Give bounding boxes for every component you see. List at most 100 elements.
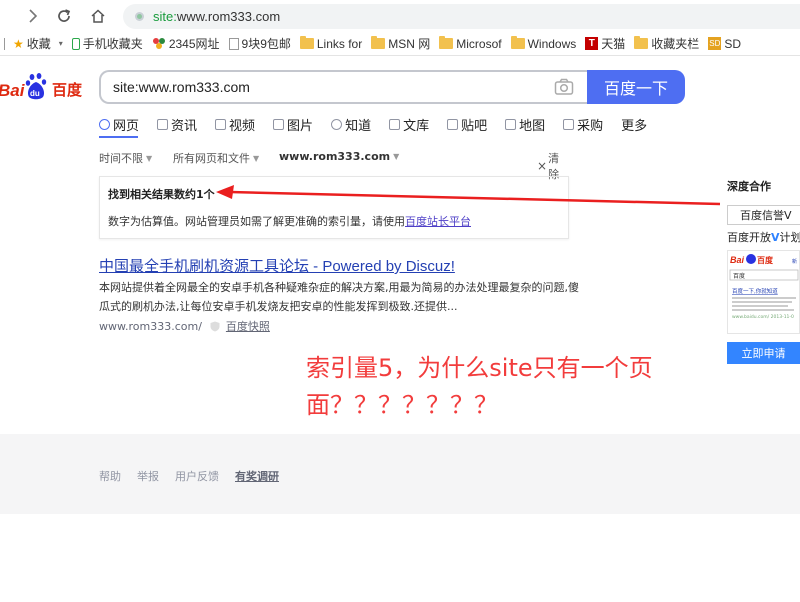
bookmark-label: SD — [724, 36, 741, 51]
cart-icon — [563, 118, 575, 130]
news-icon — [157, 118, 169, 130]
result-count: 找到相关结果数约1个 — [108, 188, 215, 201]
tab-more[interactable]: 更多 — [621, 113, 647, 135]
tab-credit-v[interactable]: 百度信誉V — [727, 205, 800, 225]
baidu-logo[interactable]: Bai du 百度 — [0, 72, 90, 104]
tab-zhidao[interactable]: 知道 — [331, 113, 371, 135]
filter-site[interactable]: www.rom333.com ▼ — [279, 150, 399, 163]
search-filters: 时间不限 ▼ 所有网页和文件 ▼ www.rom333.com ▼ × 清除 — [99, 150, 569, 181]
baidu-preview-image: Bai 百度 新 百度 百度一下,你就知道 www.baidu.com/ 201… — [727, 250, 800, 334]
shield-icon[interactable] — [210, 321, 220, 332]
bookmark-label: Windows — [527, 36, 577, 51]
question-icon — [331, 118, 343, 130]
sd-icon: SD — [708, 37, 722, 50]
bookmark-label: Links for — [316, 36, 363, 51]
page-footer: 帮助 举报 用户反馈 有奖调研 — [0, 434, 800, 514]
bookmarks-bar: ★ 收藏 ▾ 手机收藏夹 2345网址 9块9包邮 Links for MSN 网… — [0, 32, 800, 56]
bookmark-tmall[interactable]: T 天猫 — [585, 35, 625, 52]
svg-text:新: 新 — [792, 258, 797, 265]
close-icon: × — [537, 159, 548, 173]
video-icon — [215, 118, 227, 130]
chevron-down-icon: ▼ — [146, 153, 153, 163]
star-icon: ★ — [13, 36, 24, 51]
search-input[interactable]: site:www.rom333.com — [99, 70, 588, 104]
result-count-note: 数字为估算值。网站管理员如需了解更准确的索引量，请使用百度站长平台 — [108, 215, 471, 228]
bookmark-label: 收藏 — [26, 37, 51, 51]
svg-text:Bai: Bai — [730, 255, 745, 265]
site-info-icon[interactable] — [135, 12, 144, 21]
folder-icon — [510, 36, 525, 49]
search-result: 中国最全手机刷机资源工具论坛 - Powered by Discuz! 本网站提… — [99, 255, 599, 334]
tab-web[interactable]: 网页 — [99, 113, 139, 135]
tab-news[interactable]: 资讯 — [157, 113, 197, 135]
svg-text:百度: 百度 — [52, 81, 83, 99]
bookmark-links-for[interactable]: Links for — [299, 36, 363, 51]
tab-images[interactable]: 图片 — [273, 113, 313, 135]
svg-text:Bai: Bai — [0, 81, 26, 100]
bookmark-label: Microsof — [456, 36, 502, 51]
chevron-down-icon: ▼ — [253, 153, 260, 163]
svg-text:百度: 百度 — [757, 255, 774, 265]
folder-icon — [299, 36, 314, 49]
result-meta: www.rom333.com/ 百度快照 — [99, 318, 599, 334]
bookmark-msn[interactable]: MSN 网 — [371, 35, 430, 52]
result-abstract: 本网站提供着全网最全的安卓手机各种疑难杂症的解决方案,用最为简易的办法处理最复杂… — [99, 281, 579, 313]
bookmark-favorites[interactable]: ★ 收藏 ▾ — [4, 35, 63, 52]
doc-icon — [228, 37, 239, 50]
bookmark-favorites-bar[interactable]: 收藏夹栏 — [634, 35, 699, 52]
tab-video[interactable]: 视频 — [215, 113, 255, 135]
tieba-icon — [447, 118, 459, 130]
tab-purchase[interactable]: 采购 — [563, 113, 603, 135]
open-plan-text: 百度开放V计划 — [727, 231, 800, 244]
filter-time[interactable]: 时间不限 ▼ — [99, 150, 152, 166]
divider — [4, 37, 5, 50]
bookmark-sd[interactable]: SD SD — [708, 37, 741, 51]
search-icon — [99, 118, 110, 130]
search-button[interactable]: 百度一下 — [587, 70, 685, 104]
result-title-link[interactable]: 中国最全手机刷机资源工具论坛 - Powered by Discuz! — [99, 255, 599, 275]
svg-text:百度: 百度 — [733, 272, 745, 280]
red-arrow-annotation — [216, 185, 721, 206]
2345-icon — [152, 38, 165, 49]
footer-links: 帮助 举报 用户反馈 有奖调研 — [99, 468, 295, 484]
tab-wenku[interactable]: 文库 — [389, 113, 429, 135]
search-tabs: 网页 资讯 视频 图片 知道 文库 贴吧 地图 采购 更多 — [99, 113, 665, 135]
cache-link[interactable]: 百度快照 — [226, 318, 270, 334]
tab-tieba[interactable]: 贴吧 — [447, 113, 487, 135]
tmall-icon: T — [585, 37, 599, 50]
bookmark-label: 2345网址 — [168, 37, 220, 51]
bookmark-label: 收藏夹栏 — [651, 37, 700, 51]
map-icon — [505, 118, 517, 130]
bookmark-microsoft[interactable]: Microsof — [439, 36, 502, 51]
reload-icon[interactable] — [53, 5, 75, 27]
tab-map[interactable]: 地图 — [505, 113, 545, 135]
forward-icon[interactable] — [22, 5, 44, 27]
footer-link-feedback[interactable]: 用户反馈 — [175, 468, 219, 484]
filter-filetype[interactable]: 所有网页和文件 ▼ — [173, 150, 259, 166]
active-tab-indicator — [99, 136, 138, 138]
bookmark-label: 天猫 — [601, 37, 626, 51]
annotation-text: 索引量5，为什么site只有一个页面？？？？？？？ — [306, 354, 653, 419]
address-url: site:www.rom333.com — [153, 9, 281, 24]
svg-text:www.baidu.com/ 2013-11-0: www.baidu.com/ 2013-11-0 — [732, 314, 794, 320]
result-url[interactable]: www.rom333.com/ — [99, 320, 202, 333]
footer-link-survey[interactable]: 有奖调研 — [235, 468, 279, 484]
bookmark-2345[interactable]: 2345网址 — [152, 35, 220, 52]
chevron-down-icon: ▼ — [393, 152, 400, 161]
bookmark-label: 9块9包邮 — [241, 37, 291, 51]
bookmark-9kuai9[interactable]: 9块9包邮 — [228, 35, 291, 52]
webmaster-platform-link[interactable]: 百度站长平台 — [405, 215, 471, 228]
footer-link-help[interactable]: 帮助 — [99, 468, 121, 484]
search-query: site:www.rom333.com — [113, 79, 250, 95]
document-icon — [389, 118, 401, 130]
bookmark-mobile[interactable]: 手机收藏夹 — [71, 35, 143, 52]
folder-icon — [439, 36, 454, 49]
bookmark-label: MSN 网 — [388, 37, 431, 51]
home-icon[interactable] — [87, 5, 109, 27]
footer-link-report[interactable]: 举报 — [137, 468, 159, 484]
bookmark-windows[interactable]: Windows — [510, 36, 577, 51]
camera-icon[interactable] — [554, 78, 574, 96]
chevron-down-icon: ▾ — [58, 39, 63, 48]
address-bar[interactable]: site:www.rom333.com — [123, 4, 800, 29]
svg-text:du: du — [30, 89, 40, 98]
